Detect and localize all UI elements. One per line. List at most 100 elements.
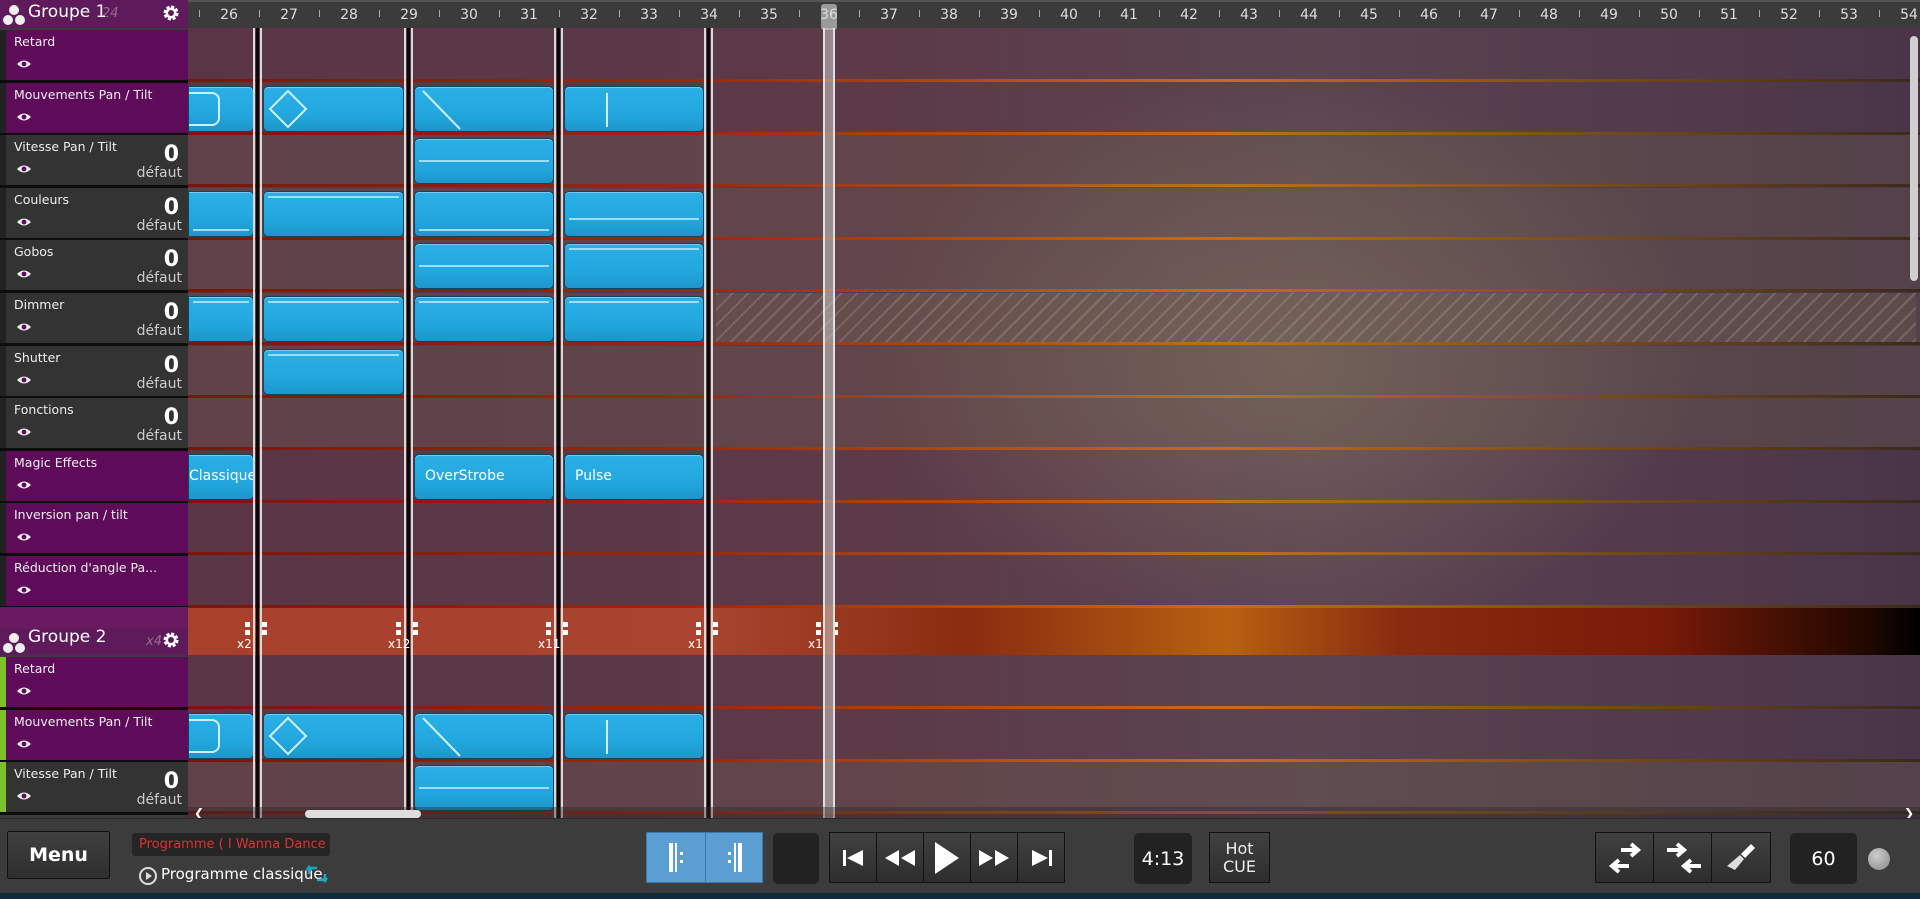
track-label[interactable]: Mouvements Pan / Tilt [0, 710, 188, 761]
visibility-eye-icon[interactable] [16, 164, 32, 174]
gobo-block[interactable] [414, 243, 554, 289]
pan-tilt-block[interactable] [564, 86, 704, 132]
gobo-block[interactable] [564, 243, 704, 289]
track-label[interactable]: Fonctions 0 défaut [0, 398, 188, 449]
visibility-eye-icon[interactable] [16, 686, 32, 696]
magic-effect-block[interactable]: OverStrobe [414, 454, 554, 500]
loop-end-button[interactable] [705, 833, 763, 882]
visibility-eye-icon[interactable] [16, 375, 32, 385]
track-label[interactable]: Couleurs 0 défaut [0, 188, 188, 239]
visibility-eye-icon[interactable] [16, 427, 32, 437]
fast-forward-button[interactable] [971, 833, 1018, 882]
diagonal-line-shape-icon [422, 90, 461, 130]
rewind-button[interactable] [877, 833, 924, 882]
visibility-eye-icon[interactable] [16, 112, 32, 122]
visibility-eye-icon[interactable] [16, 532, 32, 542]
pan-tilt-block[interactable] [188, 713, 254, 759]
visibility-eye-icon[interactable] [16, 217, 32, 227]
group-2-loop-band[interactable] [188, 607, 1920, 655]
track-name: Retard [14, 34, 56, 49]
skip-to-start-button[interactable] [830, 833, 877, 882]
pan-tilt-block[interactable] [564, 713, 704, 759]
loop-marker[interactable] [245, 622, 269, 638]
visibility-eye-icon[interactable] [16, 59, 32, 69]
pan-tilt-block[interactable] [263, 86, 404, 132]
color-block[interactable] [564, 191, 704, 237]
track-value: 0 [163, 142, 179, 167]
color-block[interactable] [414, 191, 554, 237]
visibility-eye-icon[interactable] [16, 739, 32, 749]
merge-button[interactable] [1654, 833, 1712, 882]
hot-cue-button[interactable]: Hot CUE [1209, 832, 1270, 883]
playhead[interactable] [823, 28, 835, 818]
play-circle-icon[interactable] [138, 866, 158, 886]
section-marker-gap [256, 28, 259, 818]
group-header[interactable]: Groupe 1 24 [0, 0, 188, 28]
track-label[interactable]: Dimmer 0 défaut [0, 293, 188, 344]
play-button[interactable] [924, 833, 971, 882]
flat-line-shape-icon [268, 196, 399, 198]
track-label[interactable]: Vitesse Pan / Tilt 0 défaut [0, 135, 188, 186]
magic-effect-block[interactable]: Pulse [564, 454, 704, 500]
track-label[interactable]: Shutter 0 défaut [0, 346, 188, 397]
dimmer-block[interactable] [263, 296, 404, 342]
visibility-eye-icon[interactable] [16, 322, 32, 332]
speed-block[interactable] [414, 138, 554, 184]
gear-icon[interactable] [162, 631, 180, 649]
horizontal-scrollbar-thumb[interactable] [305, 810, 421, 818]
rounded-rect-shape-icon [189, 719, 220, 753]
track-value-label: défaut [136, 218, 182, 234]
ruler-bar-label: 30 [460, 7, 478, 23]
vertical-scrollbar[interactable] [1910, 36, 1918, 281]
menu-button[interactable]: Menu [7, 831, 110, 879]
pan-tilt-block[interactable] [414, 713, 554, 759]
blank-button[interactable] [773, 833, 819, 884]
row-separator [188, 132, 1920, 135]
bpm-display[interactable]: 60 [1790, 833, 1857, 884]
horizontal-scrollbar-track[interactable] [188, 807, 1920, 818]
program-name[interactable]: Programme classique [161, 865, 323, 883]
group-header[interactable]: Groupe 2 x4 [0, 607, 188, 655]
swap-button[interactable] [1596, 833, 1654, 882]
skip-to-end-button[interactable] [1018, 833, 1065, 882]
gear-icon[interactable] [162, 4, 180, 22]
pan-tilt-block[interactable] [414, 86, 554, 132]
loop-start-button[interactable] [647, 833, 705, 882]
loop-marker[interactable] [396, 622, 420, 638]
track-label[interactable]: Vitesse Pan / Tilt 0 défaut [0, 762, 188, 813]
visibility-eye-icon[interactable] [16, 585, 32, 595]
track-label[interactable]: Retard [0, 30, 188, 81]
flat-line-shape-icon [419, 160, 549, 162]
paint-brush-icon [1727, 843, 1755, 870]
visibility-eye-icon[interactable] [16, 791, 32, 801]
visibility-eye-icon[interactable] [16, 269, 32, 279]
track-value-label: défaut [136, 323, 182, 339]
dimmer-block[interactable] [564, 296, 704, 342]
track-label[interactable]: Inversion pan / tilt [0, 503, 188, 554]
track-label[interactable]: Gobos 0 défaut [0, 240, 188, 291]
pan-tilt-block[interactable] [263, 713, 404, 759]
paint-brush-button[interactable] [1712, 833, 1770, 882]
dimmer-block[interactable] [414, 296, 554, 342]
row-separator [188, 395, 1920, 398]
track-label[interactable]: Mouvements Pan / Tilt [0, 83, 188, 134]
repeat-icon[interactable] [306, 865, 328, 883]
track-label[interactable]: Magic Effects [0, 451, 188, 502]
loop-marker[interactable] [546, 622, 570, 638]
visibility-eye-icon[interactable] [16, 480, 32, 490]
color-block[interactable] [263, 191, 404, 237]
section-marker-gap [407, 28, 410, 818]
timeline-ruler[interactable]: 26 27 28 29 30 31 32 33 34 35 36 37 38 39 40 41 42 43 44 45… [0, 0, 1920, 30]
track-label[interactable]: Réduction d'angle Pa... [0, 556, 188, 607]
track-label[interactable]: Retard [0, 657, 188, 708]
label-separator [0, 812, 188, 815]
speed-block[interactable] [414, 765, 554, 811]
dimmer-block[interactable] [188, 296, 254, 342]
magic-effect-block[interactable]: Classique [188, 454, 254, 500]
ruler-tick [1639, 10, 1640, 17]
loop-marker[interactable] [696, 622, 720, 638]
color-block[interactable] [188, 191, 254, 237]
shutter-block[interactable] [263, 349, 404, 395]
ruler-tick [679, 10, 680, 17]
pan-tilt-block[interactable] [188, 86, 254, 132]
